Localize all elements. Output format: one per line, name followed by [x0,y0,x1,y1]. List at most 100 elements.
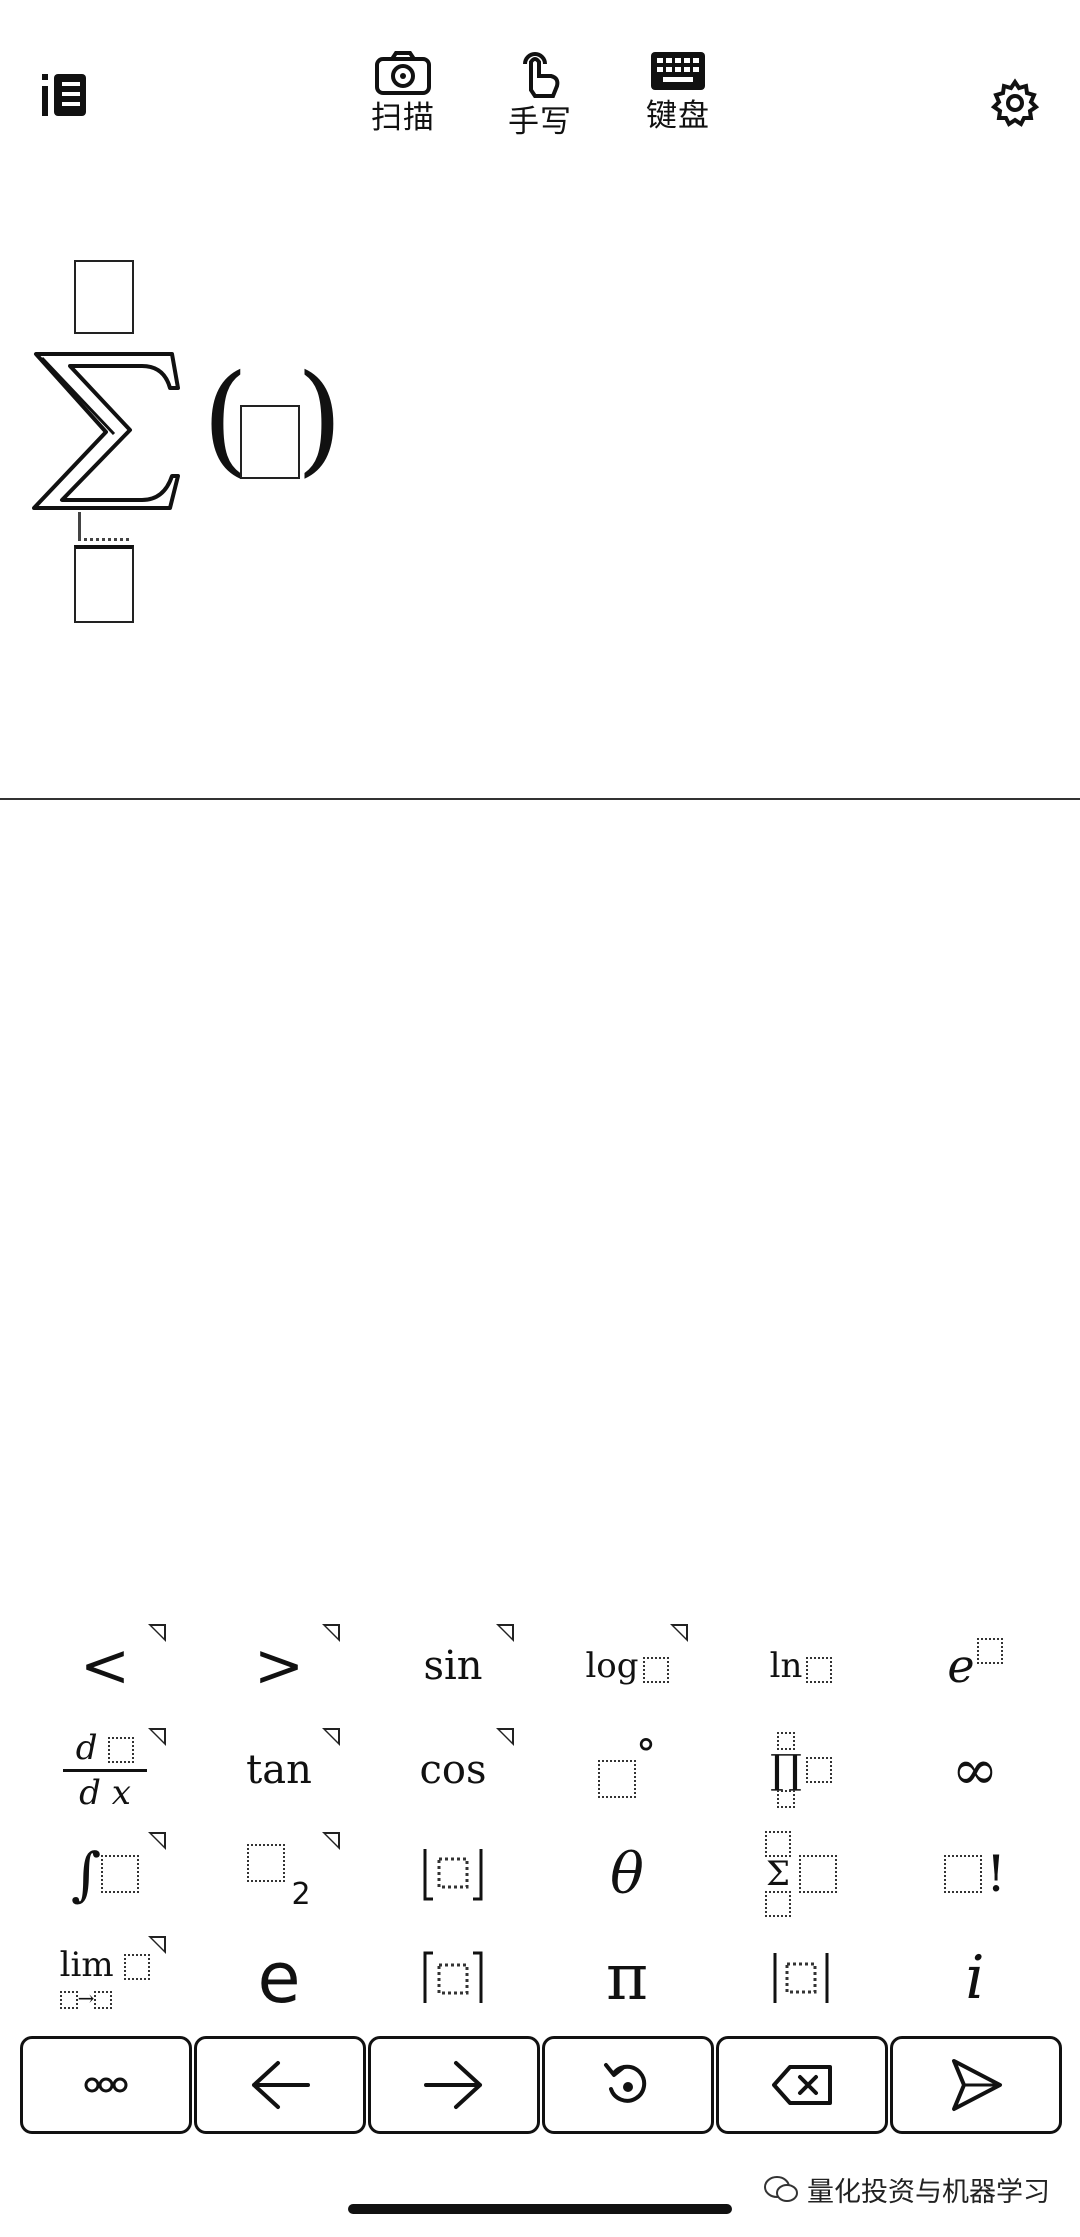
handwrite-label: 手写 [508,104,572,140]
key-greater-than[interactable]: > [192,1616,366,1716]
absolute-value-icon [773,1953,829,2003]
more-options-indicator [496,1624,514,1642]
theta-label: θ [610,1841,644,1907]
more-options-indicator [322,1832,340,1850]
key-product[interactable]: ∏ [714,1720,888,1820]
key-log[interactable]: log [540,1616,714,1716]
greater-than-label: > [253,1631,305,1701]
sin-label: sin [423,1643,483,1689]
key-imaginary[interactable]: i [888,1928,1062,2028]
submit-button[interactable] [890,2036,1062,2134]
ln-arg-placeholder [806,1657,833,1683]
pi-label: π [605,1941,649,2015]
cursor-left-button[interactable] [194,2036,366,2134]
key-pi[interactable]: π [540,1928,714,2028]
more-options-indicator [148,1936,166,1954]
infinity-label: ∞ [951,1737,999,1803]
key-abs[interactable] [714,1928,888,2028]
more-dots-icon [84,2077,128,2093]
wechat-icon [764,2175,798,2202]
limit-arrow-label: → [77,1986,95,2010]
menu-list-button[interactable] [40,70,90,120]
handwrite-button[interactable]: 手写 [475,50,605,142]
backspace-button[interactable] [716,2036,888,2134]
sum-lower-limit-placeholder[interactable] [74,545,134,623]
watermark-text: 量化投资与机器学习 [807,2177,1050,2208]
more-button[interactable] [20,2036,192,2134]
ceiling-bracket-icon [423,1951,483,2003]
key-summation[interactable]: Σ [714,1824,888,1924]
key-euler[interactable]: e [192,1928,366,2028]
subscript-base-placeholder [247,1844,286,1882]
close-paren: ) [296,350,343,489]
degree-label: ° [636,1732,656,1778]
exp-base-label: e [947,1639,975,1693]
settings-button[interactable] [990,78,1040,128]
derivative-dx-label: d x [79,1772,131,1813]
keyboard-button[interactable]: 键盘 [613,50,743,136]
camera-icon [375,51,431,95]
list-icon [42,74,86,116]
factorial-placeholder [943,1855,982,1893]
more-options-indicator [148,1832,166,1850]
arrow-right-icon [424,2061,482,2109]
key-theta[interactable]: θ [540,1824,714,1924]
sum-upper-limit-placeholder[interactable] [74,260,134,334]
summation-symbol [32,352,180,510]
scan-label: 扫描 [371,100,435,136]
key-tan[interactable]: tan [192,1720,366,1820]
home-indicator[interactable] [348,2204,732,2214]
scan-button[interactable]: 扫描 [338,50,468,138]
key-exp[interactable]: e [888,1616,1062,1716]
log-arg-placeholder [642,1657,669,1683]
imaginary-label: i [965,1943,985,2013]
more-options-indicator [670,1624,688,1642]
product-body-placeholder [805,1757,832,1783]
keyboard-icon [651,52,705,90]
integral-label: ∫ [70,1840,102,1908]
cos-label: cos [419,1747,487,1793]
tan-label: tan [246,1747,312,1793]
derivative-num-placeholder [108,1736,135,1763]
arrow-left-icon [252,2061,310,2109]
key-infinity[interactable]: ∞ [888,1720,1062,1820]
editor-divider [0,798,1080,800]
key-degree[interactable]: ° [540,1720,714,1820]
product-lower-placeholder [777,1790,795,1808]
key-less-than[interactable]: < [18,1616,192,1716]
key-sin[interactable]: sin [366,1616,540,1716]
limit-target-placeholder [94,1990,113,2009]
key-derivative[interactable]: d d x [18,1720,192,1820]
summation-label: Σ [765,1854,791,1894]
more-options-indicator [148,1624,166,1642]
watermark: 量化投资与机器学习 [763,2170,1050,2209]
math-editor[interactable]: ( ) [0,200,1080,790]
key-subscript[interactable]: 2 [192,1824,366,1924]
degree-placeholder [598,1760,636,1798]
product-label: ∏ [770,1747,802,1793]
more-options-indicator [148,1728,166,1746]
key-factorial[interactable]: ! [888,1824,1062,1924]
key-limit[interactable]: lim → [18,1928,192,2028]
key-ln[interactable]: ln [714,1616,888,1716]
euler-label: e [257,1937,301,2019]
more-options-indicator [322,1728,340,1746]
summation-body-placeholder [799,1855,837,1893]
sum-body-placeholder[interactable] [240,405,300,479]
undo-button[interactable] [542,2036,714,2134]
key-integral[interactable]: ∫ [18,1824,192,1924]
keyboard-label: 键盘 [646,98,710,134]
cursor-right-button[interactable] [368,2036,540,2134]
sum-index-cursor [78,512,129,541]
key-ceiling[interactable] [366,1928,540,2028]
floor-bracket-icon [423,1849,483,1901]
log-label: log [585,1646,639,1686]
factorial-label: ! [985,1845,1007,1903]
hand-touch-icon [523,52,560,98]
summation-lower-placeholder [765,1891,791,1917]
more-options-indicator [496,1728,514,1746]
backspace-icon [772,2065,832,2105]
key-floor[interactable] [366,1824,540,1924]
key-cos[interactable]: cos [366,1720,540,1820]
limit-var-placeholder [59,1990,78,2009]
